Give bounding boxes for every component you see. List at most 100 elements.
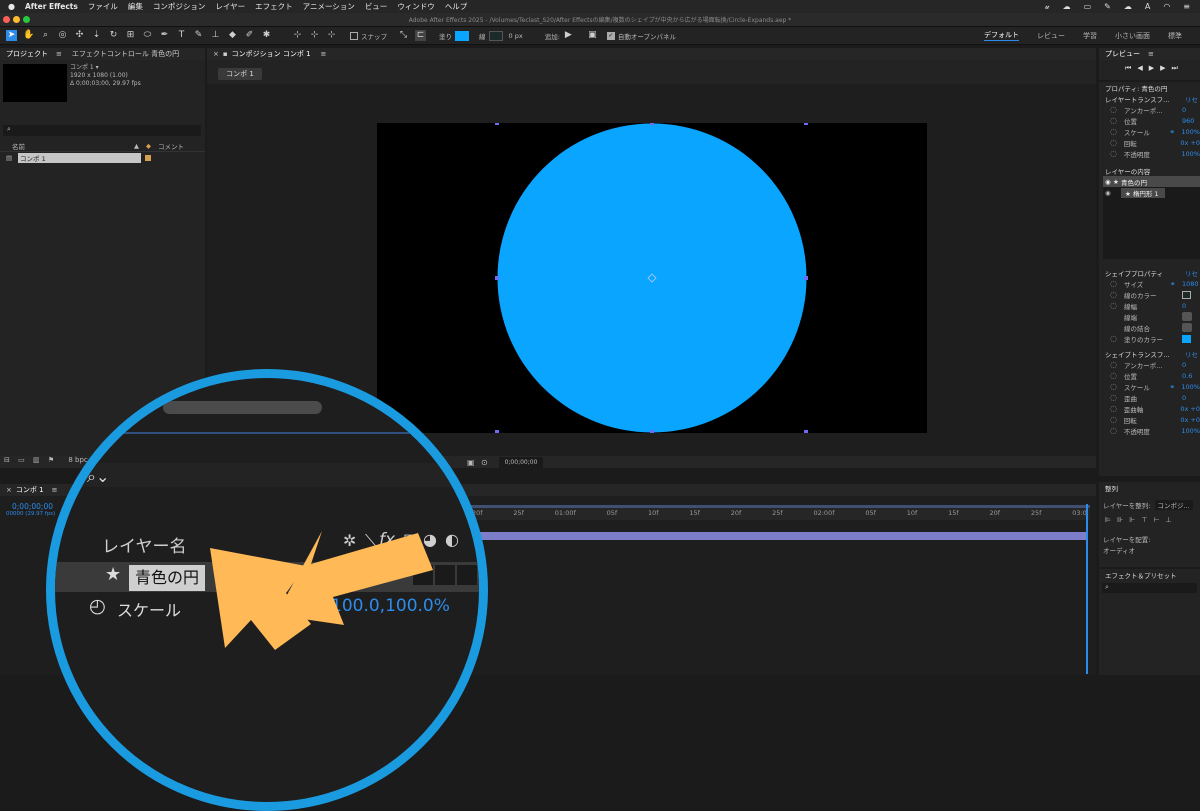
- item-label-swatch[interactable]: [145, 154, 151, 161]
- stopwatch-icon[interactable]: ◌: [1110, 105, 1120, 114]
- project-tab[interactable]: プロジェクト: [6, 49, 48, 59]
- bbox-handle-bl[interactable]: [495, 430, 499, 433]
- first-frame-icon[interactable]: ⏮: [1125, 64, 1131, 73]
- contents-item[interactable]: ◉ ★ 青色の円: [1103, 176, 1200, 187]
- snap-edge-icon[interactable]: ⤡: [398, 30, 409, 41]
- stroke-color-box[interactable]: [1182, 290, 1191, 299]
- stopwatch-icon[interactable]: ◌: [1110, 127, 1120, 136]
- hand-tool-icon[interactable]: ✋: [23, 30, 34, 41]
- battery-icon[interactable]: ▭: [1084, 2, 1092, 12]
- script-icon[interactable]: 𝓊: [1045, 2, 1050, 12]
- bbox-handle-b[interactable]: [650, 430, 654, 433]
- preview-tab[interactable]: プレビュー: [1105, 49, 1140, 59]
- brush-tool-icon[interactable]: ✎: [193, 30, 204, 41]
- bbox-handle-tl[interactable]: [495, 123, 499, 125]
- zoom-3d-icon[interactable]: ◐: [445, 530, 459, 549]
- panel-menu-icon[interactable]: ≡: [52, 486, 58, 494]
- cloud-sync-icon[interactable]: ☁: [1124, 2, 1132, 12]
- anchor-tool-icon[interactable]: ⊞: [125, 30, 136, 41]
- rotate-tool-icon[interactable]: ↻: [108, 30, 119, 41]
- stroke-width-value[interactable]: 0 px: [509, 32, 523, 40]
- stopwatch-icon[interactable]: ◌: [1110, 334, 1120, 343]
- eraser-tool-icon[interactable]: ◆: [227, 30, 238, 41]
- bbox-handle-t[interactable]: [650, 123, 654, 125]
- zoom-link-icon[interactable]: ⚯: [303, 595, 318, 616]
- zoom-fx-icon[interactable]: fx: [379, 530, 395, 550]
- prop-value[interactable]: 1080: [1182, 280, 1199, 288]
- interpret-icon[interactable]: ⊟: [4, 456, 10, 464]
- reset-button[interactable]: リセ: [1185, 94, 1198, 104]
- stopwatch-icon[interactable]: ◌: [1110, 404, 1120, 413]
- stopwatch-icon[interactable]: ◌: [1110, 360, 1120, 369]
- layer-transform-title[interactable]: レイヤートランスフ...: [1105, 94, 1185, 104]
- bbox-handle-r[interactable]: [804, 276, 808, 280]
- zoom-switch-box[interactable]: [435, 565, 455, 585]
- prop-value[interactable]: 0x +0: [1180, 416, 1200, 424]
- zoom-switch-box[interactable]: [413, 565, 433, 585]
- align-hcenter-icon[interactable]: ⊪: [1117, 516, 1123, 524]
- zoom-adjustment-icon[interactable]: ◕: [423, 530, 437, 549]
- prop-value[interactable]: 100%: [1181, 128, 1200, 136]
- prop-value[interactable]: 0: [1182, 302, 1186, 310]
- play-icon[interactable]: ▶: [1149, 64, 1154, 73]
- fill-color-swatch[interactable]: [455, 30, 469, 41]
- prop-value[interactable]: 100%: [1181, 383, 1200, 391]
- type-tool-icon[interactable]: T: [176, 30, 187, 41]
- comp-sub-tab[interactable]: コンポ 1: [218, 68, 262, 80]
- wifi-icon[interactable]: ◠: [1163, 2, 1170, 12]
- zoom-frame-blend-icon[interactable]: ▤: [403, 530, 418, 549]
- zoom-stopwatch-icon[interactable]: ◴: [89, 595, 106, 617]
- snap-toggle-icon[interactable]: ⊏: [415, 30, 426, 41]
- playhead[interactable]: [1086, 504, 1088, 674]
- pen-tool-icon[interactable]: ✒: [159, 30, 170, 41]
- shape-transform-title[interactable]: シェイプトランスフ...: [1105, 349, 1185, 359]
- eye-icon[interactable]: ◉: [1103, 178, 1113, 186]
- close-timeline-icon[interactable]: ×: [6, 486, 12, 494]
- stopwatch-icon[interactable]: ◌: [1110, 138, 1120, 147]
- comp-canvas[interactable]: [377, 123, 927, 433]
- panel-menu-icon[interactable]: ≡: [56, 50, 62, 58]
- show-snapshot-icon[interactable]: ⊙: [481, 458, 488, 467]
- menu-edit[interactable]: 編集: [128, 1, 143, 12]
- col-comment[interactable]: コメント: [158, 141, 184, 151]
- timeline-timecode[interactable]: 0;00;00;00: [12, 502, 53, 511]
- stopwatch-icon[interactable]: ◌: [1110, 116, 1120, 125]
- stopwatch-icon[interactable]: ◌: [1110, 371, 1120, 380]
- zoom-search-icon[interactable]: ⌕⌄: [87, 467, 109, 487]
- align-left-icon[interactable]: ⊫: [1105, 516, 1111, 524]
- lock-icon[interactable]: ▪: [223, 50, 228, 58]
- menu-file[interactable]: ファイル: [88, 1, 118, 12]
- reset-button[interactable]: リセ: [1185, 268, 1198, 278]
- snap-checkbox[interactable]: [350, 31, 358, 40]
- menu-help[interactable]: ヘルプ: [445, 1, 468, 12]
- bbox-handle-tr[interactable]: [804, 123, 808, 125]
- axis-view-icon[interactable]: ⊹: [326, 30, 337, 41]
- orbit-tool-icon[interactable]: ◎: [57, 30, 68, 41]
- control-center-icon[interactable]: ≡: [1183, 2, 1190, 12]
- prop-value[interactable]: 100%: [1181, 150, 1200, 158]
- align-vcenter-icon[interactable]: ⊢: [1153, 516, 1159, 524]
- stroke-color-swatch[interactable]: [488, 30, 503, 41]
- zoom-tool-icon[interactable]: ⌕: [40, 30, 51, 41]
- link-icon[interactable]: ⚭: [1170, 280, 1182, 288]
- project-item[interactable]: ▤ コンポ 1: [6, 152, 196, 163]
- link-icon[interactable]: ⚭: [1170, 128, 1182, 136]
- auto-open-checkbox[interactable]: ✓: [606, 31, 615, 40]
- align-title[interactable]: 整列: [1105, 483, 1118, 493]
- menu-layer[interactable]: レイヤー: [215, 1, 245, 12]
- zoom-switch-box[interactable]: [457, 565, 477, 585]
- contents-item[interactable]: ◉ ★ 楕円形 1: [1103, 187, 1200, 198]
- layer-duration-bar[interactable]: [466, 532, 1086, 540]
- align-right-icon[interactable]: ⊩: [1129, 516, 1135, 524]
- menu-app[interactable]: After Effects: [25, 2, 78, 11]
- selection-tool-icon[interactable]: ➤: [6, 30, 17, 41]
- prop-value[interactable]: 0: [1182, 394, 1186, 402]
- line-join-button[interactable]: [1182, 323, 1192, 332]
- zoom-layer-name[interactable]: 青色の円: [129, 565, 206, 591]
- stamp-tool-icon[interactable]: ⊥: [210, 30, 221, 41]
- prop-value[interactable]: 100%: [1181, 427, 1200, 435]
- next-frame-icon[interactable]: ▶: [1160, 64, 1165, 73]
- flowchart-icon[interactable]: ⚑: [48, 456, 54, 464]
- menu-window[interactable]: ウィンドウ: [397, 1, 435, 12]
- layer-icon[interactable]: ▣: [587, 30, 598, 41]
